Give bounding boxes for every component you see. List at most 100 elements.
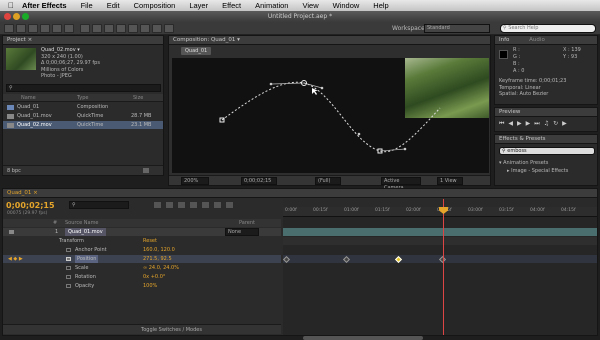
column-size[interactable]: Size <box>133 95 143 101</box>
menu-edit[interactable]: Edit <box>107 1 120 10</box>
comp-timecode[interactable]: 0;00;02;15 <box>241 177 277 185</box>
audio-icon[interactable]: ♫ <box>544 120 549 128</box>
menu-file[interactable]: File <box>81 1 93 10</box>
project-search-input[interactable]: ⚲ <box>6 84 161 92</box>
menu-help[interactable]: Help <box>373 1 388 10</box>
stopwatch-icon[interactable] <box>66 275 71 279</box>
keyframe-nav-icon[interactable]: ◀ ◆ ▶ <box>8 255 23 263</box>
hand-tool-icon[interactable] <box>16 24 26 33</box>
timeline-timecode[interactable]: 0;00;02;15 <box>6 201 55 210</box>
layer-duration-bar[interactable] <box>283 228 597 236</box>
zoom-tool-icon[interactable] <box>28 24 38 33</box>
next-frame-icon[interactable]: ▶ <box>526 120 531 128</box>
roto-brush-tool-icon[interactable] <box>152 24 162 33</box>
tab-effects-presets[interactable]: Effects & Presets <box>495 135 597 144</box>
tree-item-image-special-effects[interactable]: ▸ Image - Special Effects <box>499 167 568 175</box>
column-name[interactable]: Name <box>21 95 36 101</box>
property-value[interactable]: 160.0, 120.0 <box>143 246 175 254</box>
menu-animation[interactable]: Animation <box>255 1 288 10</box>
minimize-window-button[interactable] <box>13 13 20 20</box>
workspace-select[interactable]: Standard <box>424 24 490 33</box>
property-value[interactable]: 100% <box>143 282 157 290</box>
camera-tool-icon[interactable] <box>52 24 62 33</box>
tab-audio[interactable]: Audio <box>529 37 545 43</box>
type-tool-icon[interactable] <box>104 24 114 33</box>
column-parent[interactable]: Parent <box>239 220 255 226</box>
pan-behind-tool-icon[interactable] <box>64 24 74 33</box>
brainstorm-icon[interactable] <box>213 201 222 209</box>
tree-item-animation-presets[interactable]: ▾ Animation Presets <box>499 159 568 167</box>
toggle-switches-modes-button[interactable]: Toggle Switches / Modes <box>141 327 202 333</box>
view-layout-select[interactable]: 1 View <box>437 177 463 185</box>
motion-path[interactable] <box>172 58 489 173</box>
bpc-button[interactable]: 8 bpc <box>7 168 21 174</box>
layer-name[interactable]: Quad_01.mov <box>65 228 106 236</box>
visibility-eye-icon[interactable] <box>9 230 14 234</box>
eraser-tool-icon[interactable] <box>140 24 150 33</box>
camera-select[interactable]: Active Camera <box>381 177 421 191</box>
layer-row[interactable]: 1 Quad_01.mov None <box>3 228 281 236</box>
comp-viewer[interactable] <box>172 58 489 173</box>
project-item[interactable]: Quad_01 Composition <box>3 103 163 111</box>
bezier-handle-point[interactable] <box>269 82 273 86</box>
tab-project[interactable]: Project × <box>3 36 163 45</box>
bezier-handle-point[interactable] <box>357 132 361 136</box>
search-help-input[interactable]: ⚲ Search Help <box>500 24 596 33</box>
trash-icon[interactable] <box>143 168 149 173</box>
selection-tool-icon[interactable] <box>4 24 14 33</box>
transform-group[interactable]: Transform Reset <box>3 237 281 245</box>
effects-search-input[interactable]: ⚲ emboss <box>499 147 595 155</box>
tab-info[interactable]: Info <box>499 37 509 43</box>
shy-layers-icon[interactable] <box>177 201 186 209</box>
graph-editor-icon[interactable] <box>225 201 234 209</box>
timeline-search-input[interactable]: ⚲ <box>69 201 129 209</box>
rotate-tool-icon[interactable] <box>40 24 50 33</box>
bezier-handle-point[interactable] <box>403 147 407 151</box>
tab-preview[interactable]: Preview <box>495 108 597 117</box>
motion-blur-icon[interactable] <box>201 201 210 209</box>
menu-app-name[interactable]: After Effects <box>22 1 67 10</box>
puppet-tool-icon[interactable] <box>164 24 174 33</box>
prev-frame-icon[interactable]: ◀ <box>508 120 513 128</box>
timeline-zoom-scrollbar[interactable] <box>303 336 423 340</box>
timeline-graph-area[interactable]: 0:00f 00:15f 01:00f 01:15f 02:00f 02:15f… <box>282 199 597 340</box>
close-window-button[interactable] <box>4 13 11 20</box>
comp-mini-flowchart-icon[interactable] <box>153 201 162 209</box>
bezier-handle-point[interactable] <box>320 86 324 90</box>
project-item[interactable]: Quad_01.mov QuickTime 28.7 MB <box>3 112 163 120</box>
stopwatch-icon[interactable] <box>66 266 71 270</box>
last-frame-icon[interactable]: ⏭ <box>534 120 539 128</box>
property-value[interactable]: ∞ 24.0, 24.0% <box>143 264 179 272</box>
tab-quad-01[interactable]: Quad_01 × <box>7 190 38 196</box>
loop-icon[interactable]: ↻ <box>553 120 558 128</box>
rectangle-tool-icon[interactable] <box>80 24 90 33</box>
play-icon[interactable]: ▶ <box>517 120 522 128</box>
resolution-select[interactable]: (Full) <box>315 177 341 185</box>
tab-composition[interactable]: Composition: Quad_01 ▾ <box>169 36 490 45</box>
work-area-bar[interactable] <box>283 199 597 207</box>
apple-icon[interactable]:  <box>8 1 14 10</box>
draft-3d-icon[interactable] <box>165 201 174 209</box>
brush-tool-icon[interactable] <box>116 24 126 33</box>
comp-chip[interactable]: Quad_01 <box>181 47 212 55</box>
frame-blending-icon[interactable] <box>189 201 198 209</box>
magnification-select[interactable]: 200% <box>181 177 209 185</box>
ram-preview-icon[interactable]: ▶ <box>562 120 567 128</box>
menu-effect[interactable]: Effect <box>222 1 241 10</box>
project-item-selected[interactable]: Quad_02.mov QuickTime 23.1 MB <box>3 121 163 129</box>
menu-composition[interactable]: Composition <box>134 1 176 10</box>
property-value[interactable]: 271.5, 92.5 <box>143 255 172 263</box>
column-type[interactable]: Type <box>77 95 88 101</box>
clone-stamp-tool-icon[interactable] <box>128 24 138 33</box>
menu-view[interactable]: View <box>302 1 318 10</box>
layer-parent-select[interactable]: None <box>225 228 259 236</box>
stopwatch-active-icon[interactable] <box>66 257 71 261</box>
stopwatch-icon[interactable] <box>66 248 71 252</box>
column-source-name[interactable]: Source Name <box>65 220 99 226</box>
menu-layer[interactable]: Layer <box>189 1 208 10</box>
transform-reset-link[interactable]: Reset <box>143 237 157 245</box>
stopwatch-icon[interactable] <box>66 284 71 288</box>
menu-window[interactable]: Window <box>333 1 360 10</box>
first-frame-icon[interactable]: ⏮ <box>499 120 504 128</box>
zoom-window-button[interactable] <box>22 13 29 20</box>
